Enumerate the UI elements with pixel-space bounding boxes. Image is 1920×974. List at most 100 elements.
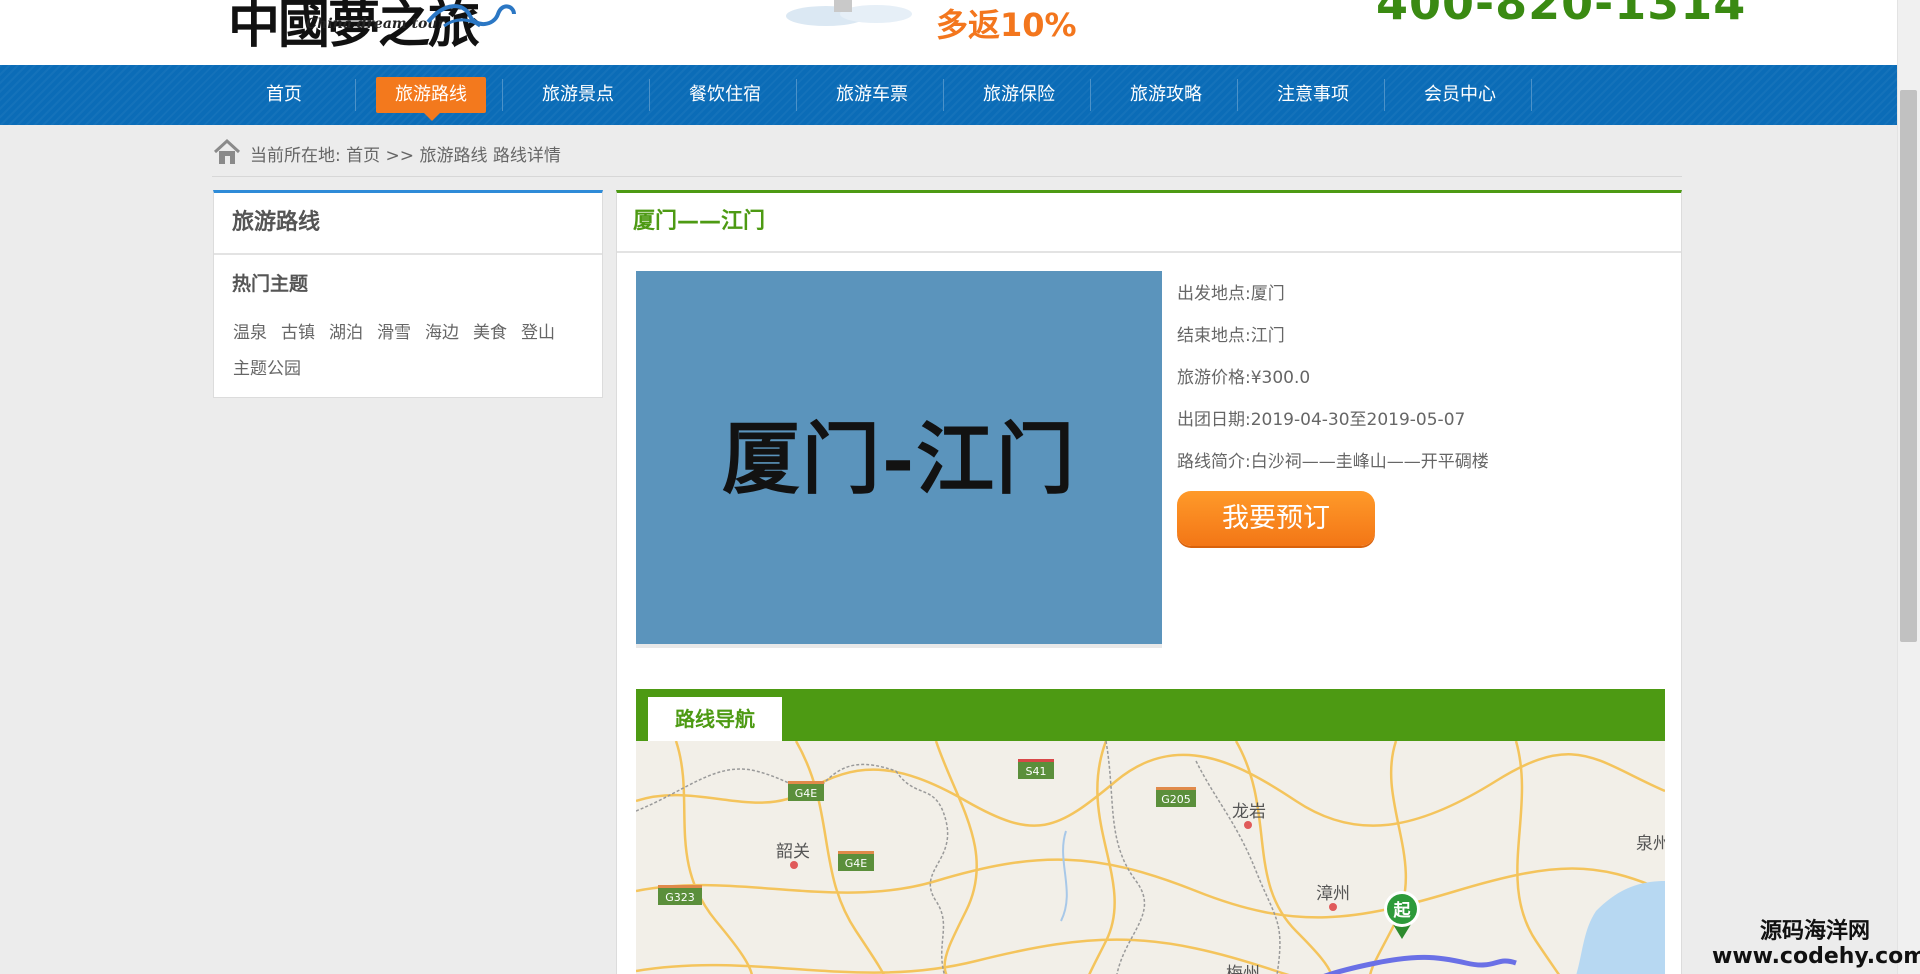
route-title: 厦门——江门 [617,193,1681,253]
price-label: 旅游价格: [1177,368,1251,388]
watermark: 源码海洋网 www.codehy.com [1712,918,1920,970]
sidebar-subtitle: 热门主题 [232,273,309,295]
highway-label: G323 [665,891,695,904]
city-dot [1244,821,1252,829]
theme-tag[interactable]: 登山 [521,323,555,343]
route-image: 厦门-江门 [636,271,1162,648]
tab-route-navigation[interactable]: 路线导航 [648,697,782,741]
nav-item-guides[interactable]: 旅游攻略 [1111,77,1221,113]
route-map[interactable]: G4E S41 G205 G4E G323 龙岩 韶关 漳州 梅州 泉州 起 [636,741,1665,974]
price-row: 旅游价格:¥300.0 [1177,361,1489,403]
main-nav: 首页 旅游路线 旅游景点 餐饮住宿 旅游车票 旅游保险 旅游攻略 注意事项 会员… [0,65,1897,125]
logo-wave-icon [426,4,516,28]
dates-label: 出团日期: [1177,410,1251,430]
map-borders [636,741,1281,974]
depart-label: 出发地点: [1177,284,1251,304]
nav-divider [1384,79,1385,111]
theme-tag[interactable]: 主题公园 [233,359,301,379]
intro-row: 路线简介:白沙祠——圭峰山——开平碉楼 [1177,445,1489,487]
hotline-number: 400-820-1314 [1376,0,1747,30]
breadcrumb-prefix: 当前所在地: [250,146,341,166]
breadcrumb-current: 路线详情 [492,146,561,166]
map-sea [1576,881,1665,974]
promo-text: 多返10% [936,6,1077,44]
watermark-line2: www.codehy.com [1712,944,1920,969]
highway-badge: G4E [788,781,824,801]
page-scrollbar-thumb[interactable] [1900,90,1917,642]
theme-tag-list: 温泉 古镇 湖泊 滑雪 海边 美食 登山主题公园 [233,315,593,387]
theme-tag[interactable]: 滑雪 [377,323,411,343]
highway-badge: G205 [1156,787,1196,807]
route-info: 出发地点:厦门 结束地点:江门 旅游价格:¥300.0 出团日期:2019-04… [1177,277,1489,487]
end-value: 江门 [1250,326,1285,346]
breadcrumb-text: 当前所在地: 首页 >> 旅游路线 路线详情 [250,141,561,166]
nav-item-routes[interactable]: 旅游路线 [376,77,486,121]
dates-row: 出团日期:2019-04-30至2019-05-07 [1177,403,1489,445]
nav-item-notices[interactable]: 注意事项 [1258,77,1368,113]
nav-divider [796,79,797,111]
sidebar: 旅游路线 热门主题 温泉 古镇 湖泊 滑雪 海边 美食 登山主题公园 [213,190,603,398]
map-canvas: G4E S41 G205 G4E G323 龙岩 韶关 漳州 梅州 泉州 起 [636,741,1665,974]
highway-badge: G323 [658,885,702,905]
highway-label: G4E [795,787,818,800]
book-button[interactable]: 我要预订 [1177,491,1375,546]
nav-divider [1237,79,1238,111]
highway-badge: G4E [838,851,874,871]
intro-label: 路线简介: [1177,452,1251,472]
cloud-icon [786,0,912,26]
city-label: 韶关 [776,842,810,862]
city-label: 梅州 [1226,964,1260,974]
nav-divider [355,79,356,111]
page: 中國夢之旅 China dream tour 多返10% 400-820-131… [0,0,1920,974]
city-dot [1329,903,1337,911]
city-label: 龙岩 [1232,802,1266,822]
theme-tag[interactable]: 古镇 [281,323,315,343]
watermark-line1: 源码海洋网 [1759,918,1870,944]
city-label: 漳州 [1316,884,1350,904]
theme-tag[interactable]: 美食 [473,323,507,343]
breadcrumb: 当前所在地: 首页 >> 旅游路线 路线详情 [212,133,1682,177]
depart-value: 厦门 [1250,284,1285,304]
site-header: 中國夢之旅 China dream tour 多返10% 400-820-131… [0,0,1897,65]
end-row: 结束地点:江门 [1177,319,1489,361]
nav-item-insurance[interactable]: 旅游保险 [964,77,1074,113]
nav-item-dining[interactable]: 餐饮住宿 [670,77,780,113]
breadcrumb-section-link[interactable]: 旅游路线 [419,146,487,166]
highway-label: S41 [1026,765,1047,778]
site-logo[interactable]: 中國夢之旅 China dream tour [228,0,518,55]
home-icon [213,138,241,164]
nav-divider [1531,79,1532,111]
map-river [1060,830,1068,922]
price-value: ¥300.0 [1250,368,1311,388]
highway-badge: S41 [1018,759,1054,779]
breadcrumb-separator: >> [385,146,415,166]
theme-tag[interactable]: 海边 [425,323,459,343]
nav-divider [502,79,503,111]
nav-divider [943,79,944,111]
nav-item-attractions[interactable]: 旅游景点 [523,77,633,113]
route-image-text: 厦门-江门 [721,414,1077,505]
depart-row: 出发地点:厦门 [1177,277,1489,319]
sidebar-title: 旅游路线 [214,193,602,255]
city-dot [790,861,798,869]
intro-value: 白沙祠——圭峰山——开平碉楼 [1250,452,1489,472]
nav-item-member[interactable]: 会员中心 [1405,77,1515,113]
breadcrumb-home-link[interactable]: 首页 [346,146,380,166]
theme-tag[interactable]: 湖泊 [329,323,363,343]
highway-label: G4E [845,857,868,870]
map-header: 路线导航 [636,689,1665,741]
end-label: 结束地点: [1177,326,1251,346]
route-detail-panel: 厦门——江门 厦门-江门 出发地点:厦门 结束地点:江门 旅游价格:¥300.0… [616,190,1682,974]
city-label: 泉州 [1636,834,1665,854]
start-marker-label: 起 [1393,900,1412,921]
dates-value: 2019-04-30至2019-05-07 [1250,410,1466,430]
highway-label: G205 [1161,793,1191,806]
theme-tag[interactable]: 温泉 [233,323,267,343]
route-map-section: 路线导航 G4E S41 G205 G4E G323 龙岩 韶关 漳州 梅州 泉… [636,689,1665,974]
nav-divider [1090,79,1091,111]
route-line [1323,954,1517,974]
promo-banner[interactable]: 多返10% [786,0,1077,44]
nav-item-home[interactable]: 首页 [229,77,339,113]
nav-divider [649,79,650,111]
nav-item-tickets[interactable]: 旅游车票 [817,77,927,113]
